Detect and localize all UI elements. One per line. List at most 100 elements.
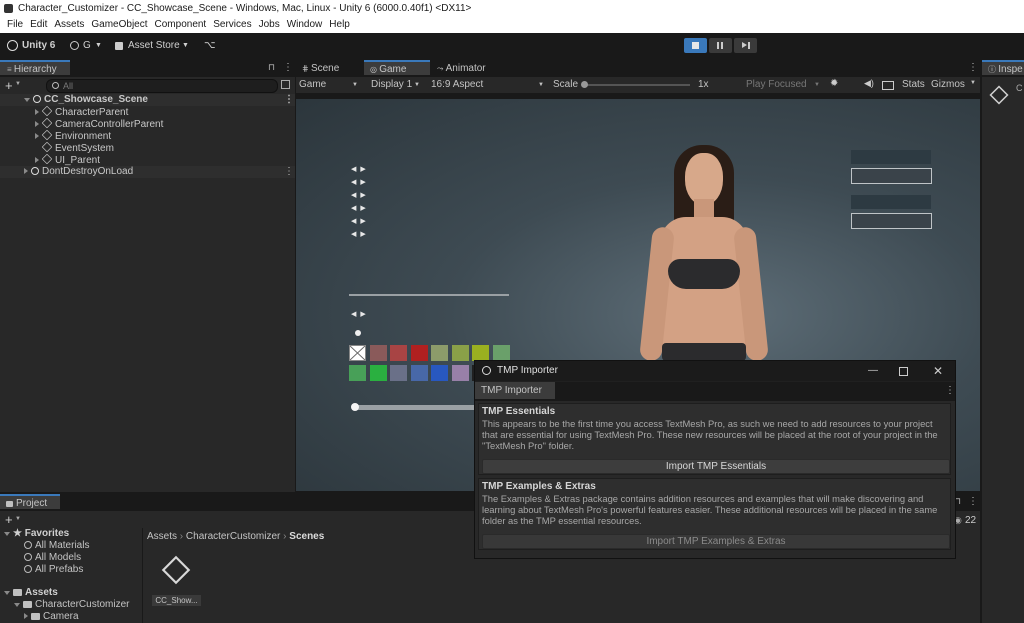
maximize-icon[interactable] — [899, 367, 908, 376]
play-button[interactable] — [684, 38, 707, 53]
project-divider[interactable] — [142, 528, 143, 623]
aspect-dropdown[interactable]: 16:9 Aspect ▼ — [428, 78, 548, 92]
game-mode-dropdown[interactable]: Game ▼ — [296, 78, 362, 92]
tab-game[interactable]: ◎ Game — [364, 60, 430, 75]
play-focused-dropdown[interactable]: Play Focused ▼ — [744, 78, 824, 92]
color-swatch[interactable] — [390, 365, 407, 381]
color-swatch[interactable] — [349, 365, 366, 381]
version-control-icon[interactable]: ⌥ — [204, 33, 216, 59]
assets-header[interactable]: Assets — [4, 587, 58, 598]
menu-file[interactable]: File — [7, 19, 23, 30]
gizmos-button[interactable]: Gizmos — [931, 79, 965, 90]
option-arrows-3[interactable]: ◀ ▶ — [351, 191, 367, 199]
menu-component[interactable]: Component — [155, 19, 207, 30]
color-swatch[interactable] — [390, 345, 407, 361]
option-arrows-6[interactable]: ◀ ▶ — [351, 230, 367, 238]
tree-item-charactercustomizer[interactable]: CharacterCustomizer — [14, 599, 129, 610]
hierarchy-dontdestroyonload[interactable]: DontDestroyOnLoad ⋮ — [0, 166, 295, 178]
more-options-icon[interactable]: ⋮ — [283, 62, 293, 73]
asset-file-label: CC_Show... — [152, 595, 201, 606]
color-swatch[interactable] — [410, 365, 428, 381]
ui-input-1[interactable] — [851, 168, 932, 184]
color-swatch[interactable] — [349, 345, 366, 361]
pause-button[interactable] — [709, 38, 732, 53]
add-icon[interactable]: + — [5, 78, 13, 93]
import-essentials-button[interactable]: Import TMP Essentials — [482, 459, 950, 474]
account-button[interactable]: G — [83, 33, 91, 59]
color-swatch[interactable] — [451, 345, 469, 361]
ui-slider[interactable] — [351, 403, 483, 411]
dialog-titlebar: TMP Importer — ✕ — [475, 361, 955, 381]
color-swatch[interactable] — [472, 345, 489, 361]
color-swatch[interactable] — [451, 365, 469, 381]
breadcrumb-scenes[interactable]: Scenes — [289, 531, 324, 542]
tree-item-camera[interactable]: Camera — [24, 611, 79, 622]
keyboard-icon[interactable] — [882, 81, 894, 90]
more-options-icon[interactable]: ⋮ — [284, 166, 294, 178]
favorite-all-materials[interactable]: All Materials — [24, 540, 89, 551]
breadcrumb-assets[interactable]: Assets — [147, 531, 177, 542]
hierarchy-search-input[interactable]: All — [46, 79, 278, 93]
tab-project[interactable]: Project — [0, 494, 60, 509]
import-extras-button[interactable]: Import TMP Examples & Extras — [482, 534, 950, 549]
breadcrumb-charactercustomizer[interactable]: CharacterCustomizer — [186, 531, 280, 542]
more-options-icon[interactable]: ⋮ — [945, 385, 955, 396]
hierarchy-item-ui_parent[interactable]: UI_Parent — [0, 153, 295, 166]
option-arrows-5[interactable]: ◀ ▶ — [351, 217, 367, 225]
menu-services[interactable]: Services — [213, 19, 251, 30]
unity-version-button[interactable]: Unity 6 — [22, 33, 55, 59]
scale-slider-handle[interactable] — [581, 81, 588, 88]
favorite-all-prefabs[interactable]: All Prefabs — [24, 564, 83, 575]
color-swatch[interactable] — [492, 345, 510, 361]
tab-animator[interactable]: ⤳ Animator — [437, 60, 507, 77]
asset-store-button[interactable]: Asset Store — [128, 33, 180, 59]
step-button[interactable] — [734, 38, 757, 53]
menu-help[interactable]: Help — [329, 19, 350, 30]
menu-gameobject[interactable]: GameObject — [91, 19, 147, 30]
chevron-down-icon[interactable]: ▼ — [970, 80, 976, 86]
hierarchy-item-cameracontrollerparent[interactable]: CameraControllerParent — [0, 117, 295, 130]
unity-icon[interactable] — [7, 40, 18, 51]
tab-scene[interactable]: ⋕ Scene — [302, 60, 360, 77]
color-swatch[interactable] — [431, 365, 448, 381]
audio-icon[interactable]: ◀) — [864, 78, 874, 89]
tab-inspector[interactable]: ⓘ Inspe — [982, 60, 1024, 75]
more-options-icon[interactable]: ⋮ — [968, 62, 978, 73]
menu-assets[interactable]: Assets — [54, 19, 84, 30]
add-icon[interactable]: + — [5, 512, 13, 527]
stats-button[interactable]: Stats — [902, 79, 925, 90]
more-options-icon[interactable]: ⋮ — [968, 496, 978, 507]
color-swatch[interactable] — [431, 345, 448, 361]
hierarchy-item-environment[interactable]: Environment — [0, 129, 295, 142]
scene-visibility-icon[interactable] — [281, 80, 290, 89]
color-swatch[interactable] — [369, 345, 387, 361]
ui-input-2[interactable] — [851, 213, 932, 229]
color-swatch[interactable] — [410, 345, 428, 361]
color-dot[interactable] — [355, 330, 361, 336]
option-arrows-4[interactable]: ◀ ▶ — [351, 204, 367, 212]
display-dropdown[interactable]: Display 1 ▼ — [368, 78, 424, 92]
tab-tmp-importer[interactable]: TMP Importer — [475, 382, 555, 399]
scale-slider[interactable] — [581, 81, 690, 88]
hierarchy-scene-row[interactable]: CC_Showcase_Scene ⋮ — [0, 94, 295, 106]
ui-slider-handle[interactable] — [351, 403, 359, 411]
color-swatch[interactable] — [369, 365, 387, 381]
hierarchy-item-eventsystem[interactable]: EventSystem — [0, 141, 295, 154]
tab-hierarchy[interactable]: ≡ Hierarchy — [0, 60, 70, 75]
favorites-header[interactable]: ★ Favorites — [4, 528, 69, 539]
favorite-all-models[interactable]: All Models — [24, 552, 81, 563]
lock-icon[interactable]: ⊓ — [268, 62, 275, 73]
menu-window[interactable]: Window — [287, 19, 323, 30]
option-arrows-2[interactable]: ◀ ▶ — [351, 178, 367, 186]
option-arrows-7[interactable]: ◀ ▶ — [351, 310, 367, 318]
more-options-icon[interactable]: ⋮ — [284, 94, 294, 106]
hierarchy-item-characterparent[interactable]: CharacterParent — [0, 105, 295, 118]
menu-jobs[interactable]: Jobs — [259, 19, 280, 30]
account-icon[interactable] — [70, 41, 79, 50]
asset-file-tile[interactable]: CC_Show... — [152, 552, 202, 607]
option-arrows-1[interactable]: ◀ ▶ — [351, 165, 367, 173]
close-icon[interactable]: ✕ — [933, 361, 943, 381]
minimize-icon[interactable]: — — [868, 361, 878, 381]
bug-icon[interactable]: ✹ — [830, 78, 838, 89]
menu-edit[interactable]: Edit — [30, 19, 47, 30]
